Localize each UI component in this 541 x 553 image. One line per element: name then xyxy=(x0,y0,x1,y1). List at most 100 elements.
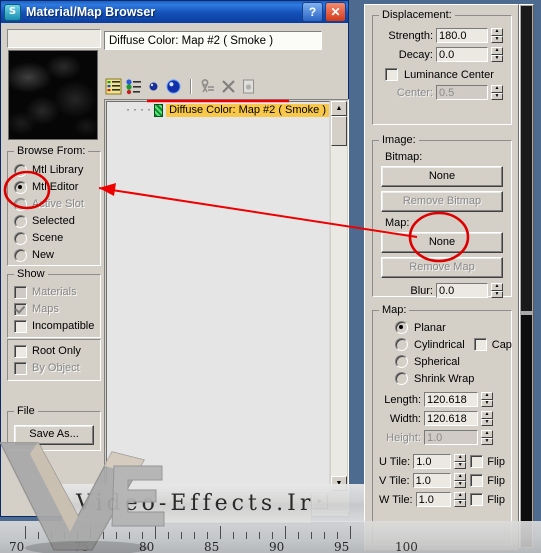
strength-input[interactable]: 180.0 xyxy=(436,28,488,43)
strength-spinner[interactable]: ▲ ▼ xyxy=(491,28,503,43)
checkbox-icon xyxy=(14,344,27,358)
file-group: File Save As... xyxy=(7,405,101,451)
radio-planar[interactable]: Planar xyxy=(395,321,505,334)
file-legend: File xyxy=(14,405,38,417)
u-tile-row: U Tile: 1.0 ▲ ▼ Flip xyxy=(379,454,505,469)
width-spinner[interactable]: ▲ ▼ xyxy=(481,411,493,426)
scroll-down-arrow-icon[interactable]: ▼ xyxy=(331,476,347,491)
decay-input[interactable]: 0.0 xyxy=(436,47,488,62)
ruler-label: 90 xyxy=(269,540,285,553)
width-row: Width: 120.618 ▲ ▼ xyxy=(379,411,505,426)
decay-label: Decay: xyxy=(398,48,433,61)
save-as-button[interactable]: Save As... xyxy=(14,425,94,445)
window-titlebar: S Material/Map Browser ? ✕ xyxy=(1,1,348,23)
map-tree-list[interactable]: ···· Diffuse Color: Map #2 ( Smoke ) xyxy=(106,101,330,493)
image-group: Image: Bitmap: None Remove Bitmap Map: N… xyxy=(372,134,512,298)
material-preview-thumbnail[interactable] xyxy=(8,50,98,140)
radio-shrink-wrap[interactable]: Shrink Wrap xyxy=(395,372,505,385)
tree-vertical-scrollbar[interactable]: ▲ ▼ xyxy=(331,101,347,491)
map-tree-panel: ···· Diffuse Color: Map #2 ( Smoke ) ▲ ▼… xyxy=(104,99,349,524)
view-list-icon[interactable] xyxy=(104,77,123,96)
v-tile-spinner[interactable]: ▲ ▼ xyxy=(454,473,467,488)
v-flip-checkbox-icon[interactable] xyxy=(470,474,484,487)
length-input[interactable]: 120.618 xyxy=(424,392,478,407)
v-tile-row: V Tile: 1.0 ▲ ▼ Flip xyxy=(379,473,505,488)
panel-scroll-thumb-upper[interactable] xyxy=(521,6,532,311)
tree-indent-guide: ···· xyxy=(125,105,154,116)
radio-label: Selected xyxy=(32,215,75,227)
length-spinner[interactable]: ▲ ▼ xyxy=(481,392,493,407)
radio-cylindrical[interactable]: Cylindrical Cap xyxy=(395,338,512,351)
panel-scroll-thumb-lower[interactable] xyxy=(521,315,532,547)
checkbox-root-only[interactable]: Root Only xyxy=(14,343,100,359)
scroll-up-arrow-icon[interactable]: ▲ xyxy=(331,101,347,116)
checkbox-icon xyxy=(14,285,27,299)
view-small-icons-icon[interactable] xyxy=(124,77,143,96)
current-map-path-field[interactable]: Diffuse Color: Map #2 ( Smoke ) xyxy=(104,31,322,50)
show-legend: Show xyxy=(14,268,48,280)
browse-from-legend: Browse From: xyxy=(14,145,89,157)
blur-row: Blur: 0.0 ▲ ▼ xyxy=(381,283,503,298)
u-tile-input[interactable]: 1.0 xyxy=(413,454,452,469)
radio-mtl-library[interactable]: Mtl Library xyxy=(14,162,100,178)
radio-label: Spherical xyxy=(414,355,460,368)
v-tile-input[interactable]: 1.0 xyxy=(412,473,452,488)
checkbox-label: Maps xyxy=(32,303,59,315)
checkbox-label: Incompatible xyxy=(32,320,95,332)
u-flip-checkbox-icon[interactable] xyxy=(470,455,484,468)
radio-scene[interactable]: Scene xyxy=(14,230,100,246)
u-tile-label: U Tile: xyxy=(379,455,411,468)
checkbox-icon xyxy=(14,361,27,375)
tree-item[interactable]: ···· Diffuse Color: Map #2 ( Smoke ) xyxy=(125,103,329,118)
help-button[interactable]: ? xyxy=(302,2,323,22)
cap-label: Cap xyxy=(491,338,512,351)
map-parameters-panel: Displacement: Strength: 180.0 ▲ ▼ Decay: … xyxy=(364,4,519,551)
radio-selected-icon xyxy=(14,180,27,194)
w-flip-checkbox-icon[interactable] xyxy=(470,493,484,506)
radio-selected[interactable]: Selected xyxy=(14,213,100,229)
blur-spinner[interactable]: ▲ ▼ xyxy=(491,283,503,298)
checkbox-maps: Maps xyxy=(14,301,100,317)
scroll-thumb[interactable] xyxy=(331,116,347,146)
radio-icon xyxy=(14,214,27,228)
radio-spherical[interactable]: Spherical xyxy=(395,355,505,368)
panel-vertical-scrollbar[interactable] xyxy=(519,4,534,549)
blur-input[interactable]: 0.0 xyxy=(436,283,488,298)
scroll-track[interactable] xyxy=(331,146,347,476)
radio-label: Planar xyxy=(414,321,446,334)
radio-mtl-editor[interactable]: Mtl Editor xyxy=(14,179,100,195)
view-small-sphere-icon[interactable] xyxy=(144,77,163,96)
window-body: Browse From: Mtl Library Mtl Editor Acti… xyxy=(1,23,349,524)
radio-icon xyxy=(14,231,27,245)
smoke-texture-preview xyxy=(9,51,97,139)
scroll-left-arrow-icon[interactable]: ◄ xyxy=(106,494,122,509)
length-label: Length: xyxy=(384,393,421,406)
radio-new[interactable]: New xyxy=(14,247,100,263)
tree-item-label: Diffuse Color: Map #2 ( Smoke ) xyxy=(166,104,329,117)
map-swatch-icon xyxy=(154,104,164,117)
w-tile-spinner[interactable]: ▲ ▼ xyxy=(454,492,467,507)
decay-spinner[interactable]: ▲ ▼ xyxy=(491,47,503,62)
radio-label: Mtl Library xyxy=(32,164,84,176)
radio-icon xyxy=(14,197,27,211)
luminance-center-row[interactable]: Luminance Center xyxy=(385,68,505,81)
center-label: Center: xyxy=(396,86,433,99)
tree-horizontal-scrollbar[interactable]: ◄ ► xyxy=(106,494,328,524)
bitmap-none-button[interactable]: None xyxy=(381,166,503,187)
close-button[interactable]: ✕ xyxy=(325,2,346,22)
width-input[interactable]: 120.618 xyxy=(424,411,478,426)
width-label: Width: xyxy=(389,412,421,425)
scroll-thumb-horizontal[interactable] xyxy=(122,494,312,524)
center-input: 0.5 xyxy=(436,85,488,100)
height-label: Height: xyxy=(386,431,421,444)
u-tile-spinner[interactable]: ▲ ▼ xyxy=(454,454,467,469)
view-large-sphere-icon[interactable] xyxy=(164,77,183,96)
blur-label: Blur: xyxy=(410,284,433,297)
cap-checkbox-icon[interactable] xyxy=(473,338,487,351)
checkbox-label: Materials xyxy=(32,286,77,298)
map-none-button[interactable]: None xyxy=(381,232,503,253)
checkbox-incompatible[interactable]: Incompatible xyxy=(14,318,100,334)
w-tile-input[interactable]: 1.0 xyxy=(415,492,452,507)
scroll-right-arrow-icon[interactable]: ► xyxy=(312,494,328,509)
material-name-field[interactable] xyxy=(7,29,101,48)
